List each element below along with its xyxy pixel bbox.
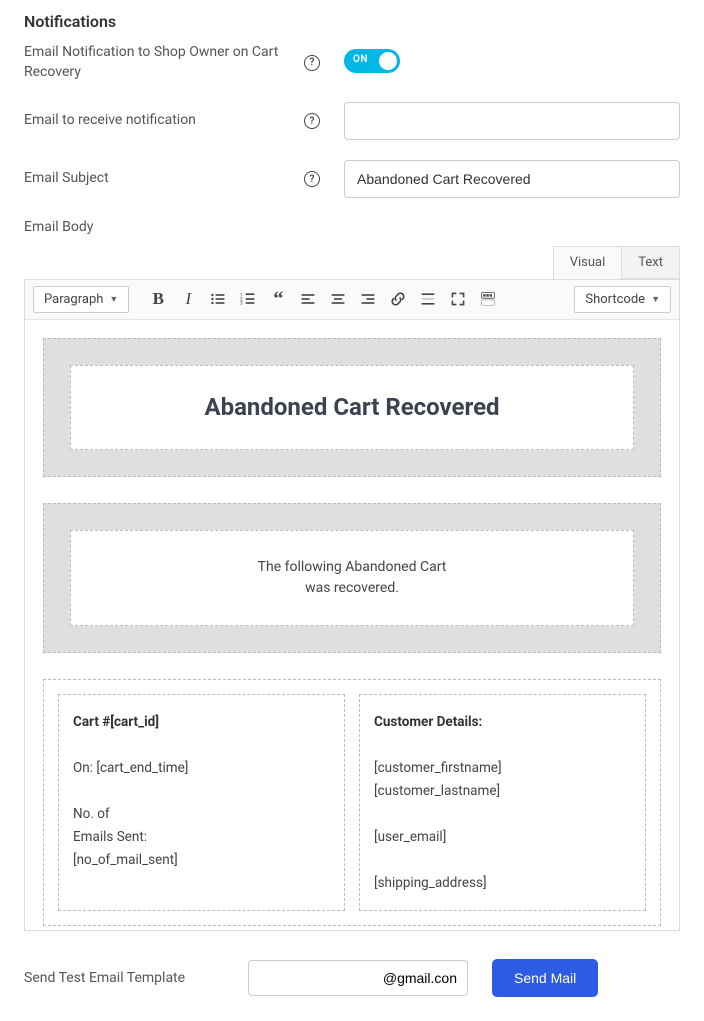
customer-header: Customer Details: xyxy=(374,714,482,730)
field-notify-owner: Email Notification to Shop Owner on Cart… xyxy=(24,43,680,82)
template-heading-block: Abandoned Cart Recovered xyxy=(43,338,661,477)
shortcode-select[interactable]: Shortcode ▼ xyxy=(574,286,671,313)
notify-owner-toggle[interactable]: ON xyxy=(344,49,400,73)
cart-on: On: [cart_end_time] xyxy=(73,760,188,776)
template-cart-col: Cart #[cart_id] On: [cart_end_time] No. … xyxy=(58,694,345,912)
subject-label: Email Subject xyxy=(24,169,304,189)
editor-tabs: Visual Text xyxy=(24,246,680,279)
numbered-list-icon[interactable]: 123 xyxy=(237,288,259,310)
link-icon[interactable] xyxy=(387,288,409,310)
align-center-icon[interactable] xyxy=(327,288,349,310)
svg-text:3: 3 xyxy=(240,301,243,307)
shortcode-select-label: Shortcode xyxy=(585,292,645,307)
cart-mails3: [no_of_mail_sent] xyxy=(73,852,178,868)
align-right-icon[interactable] xyxy=(357,288,379,310)
editor-body[interactable]: Abandoned Cart Recovered The following A… xyxy=(25,320,679,930)
chevron-down-icon: ▼ xyxy=(651,294,660,305)
paragraph-select-label: Paragraph xyxy=(44,292,103,307)
chevron-down-icon: ▼ xyxy=(109,294,118,305)
template-customer-col: Customer Details: [customer_firstname] [… xyxy=(359,694,646,912)
tab-visual[interactable]: Visual xyxy=(553,246,622,279)
template-message-line2: was recovered. xyxy=(305,580,399,596)
bold-icon[interactable]: B xyxy=(147,288,169,310)
subject-input[interactable] xyxy=(344,160,680,198)
toggle-on-text: ON xyxy=(353,54,368,65)
cart-mails1: No. of xyxy=(73,806,110,822)
cart-header: Cart #[cart_id] xyxy=(73,714,159,730)
customer-line4: [shipping_address] xyxy=(374,875,487,891)
bulleted-list-icon[interactable] xyxy=(207,288,229,310)
fullscreen-icon[interactable] xyxy=(447,288,469,310)
cart-mails2: Emails Sent: xyxy=(73,829,147,845)
blockquote-icon[interactable]: “ xyxy=(267,288,289,310)
send-test-input[interactable] xyxy=(248,960,468,996)
template-message-block: The following Abandoned Cart was recover… xyxy=(43,503,661,653)
editor-wrap: Paragraph ▼ B I 123 “ xyxy=(24,279,680,931)
template-heading: Abandoned Cart Recovered xyxy=(91,392,613,423)
field-email-subject: Email Subject ? xyxy=(24,160,680,198)
footer-row: Send Test Email Template Send Mail xyxy=(24,959,680,997)
customer-line3: [user_email] xyxy=(374,829,446,845)
italic-icon[interactable]: I xyxy=(177,288,199,310)
help-icon[interactable]: ? xyxy=(304,55,320,71)
editor-toolbar: Paragraph ▼ B I 123 “ xyxy=(25,280,679,320)
read-more-icon[interactable] xyxy=(417,288,439,310)
paragraph-select[interactable]: Paragraph ▼ xyxy=(33,286,129,313)
align-left-icon[interactable] xyxy=(297,288,319,310)
receive-email-input[interactable] xyxy=(344,102,680,140)
template-message-line1: The following Abandoned Cart xyxy=(258,559,447,575)
receive-email-label: Email to receive notification xyxy=(24,111,304,131)
toolbar-toggle-icon[interactable] xyxy=(477,288,499,310)
send-test-label: Send Test Email Template xyxy=(24,970,224,986)
field-email-body: Email Body xyxy=(24,218,680,238)
section-title: Notifications xyxy=(24,12,680,31)
toggle-knob xyxy=(379,52,397,70)
send-mail-button[interactable]: Send Mail xyxy=(492,959,598,997)
notify-owner-label: Email Notification to Shop Owner on Cart… xyxy=(24,43,304,82)
body-label: Email Body xyxy=(24,218,304,238)
tab-text[interactable]: Text xyxy=(621,246,680,279)
customer-line1: [customer_firstname] xyxy=(374,760,502,776)
template-details-block: Cart #[cart_id] On: [cart_end_time] No. … xyxy=(43,679,661,927)
help-icon[interactable]: ? xyxy=(304,171,320,187)
customer-line2: [customer_lastname] xyxy=(374,783,500,799)
field-receive-email: Email to receive notification ? xyxy=(24,102,680,140)
help-icon[interactable]: ? xyxy=(304,113,320,129)
